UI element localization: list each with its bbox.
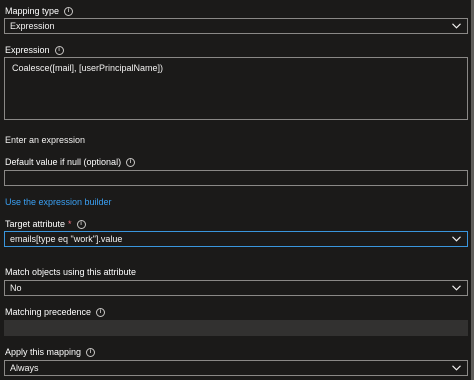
info-icon[interactable]: i bbox=[126, 157, 136, 167]
expression-textarea[interactable]: Coalesce([mail], [userPrincipalName]) bbox=[4, 57, 468, 120]
apply-mapping-dropdown[interactable]: Always bbox=[4, 360, 468, 376]
mapping-type-label: Mapping type i bbox=[5, 6, 74, 16]
info-icon[interactable]: i bbox=[64, 6, 74, 16]
default-value-input[interactable] bbox=[4, 170, 468, 186]
chevron-down-icon bbox=[451, 363, 461, 373]
matching-precedence-label-text: Matching precedence bbox=[5, 307, 92, 317]
target-attribute-value: emails[type eq "work"].value bbox=[10, 234, 123, 244]
match-objects-label: Match objects using this attribute bbox=[5, 267, 136, 277]
expression-hint: Enter an expression bbox=[5, 135, 86, 145]
match-objects-dropdown[interactable]: No bbox=[4, 280, 468, 296]
info-icon[interactable]: i bbox=[96, 307, 106, 317]
apply-mapping-value: Always bbox=[10, 363, 39, 373]
expression-label: Expression i bbox=[5, 45, 64, 55]
mapping-type-value: Expression bbox=[10, 21, 55, 31]
chevron-down-icon bbox=[451, 21, 461, 31]
info-icon[interactable]: i bbox=[76, 219, 86, 229]
mapping-type-label-text: Mapping type bbox=[5, 6, 60, 16]
apply-mapping-label-text: Apply this mapping bbox=[5, 347, 82, 357]
matching-precedence-label: Matching precedence i bbox=[5, 307, 106, 317]
chevron-down-icon bbox=[451, 234, 461, 244]
default-value-label: Default value if null (optional) i bbox=[5, 157, 136, 167]
apply-mapping-label: Apply this mapping i bbox=[5, 347, 96, 357]
target-attribute-dropdown[interactable]: emails[type eq "work"].value bbox=[4, 231, 468, 247]
chevron-down-icon bbox=[451, 283, 461, 293]
info-icon[interactable]: i bbox=[54, 45, 64, 55]
mapping-type-dropdown[interactable]: Expression bbox=[4, 18, 468, 34]
expression-value: Coalesce([mail], [userPrincipalName]) bbox=[12, 63, 164, 73]
expression-builder-link[interactable]: Use the expression builder bbox=[5, 197, 112, 207]
required-marker: * bbox=[68, 219, 72, 229]
match-objects-value: No bbox=[10, 283, 22, 293]
target-attribute-label-text: Target attribute bbox=[5, 219, 66, 229]
target-attribute-label: Target attribute * i bbox=[5, 219, 86, 229]
default-value-label-text: Default value if null (optional) bbox=[5, 157, 122, 167]
info-icon[interactable]: i bbox=[86, 347, 96, 357]
expression-label-text: Expression bbox=[5, 45, 50, 55]
match-objects-label-text: Match objects using this attribute bbox=[5, 267, 137, 277]
matching-precedence-input bbox=[4, 320, 468, 336]
